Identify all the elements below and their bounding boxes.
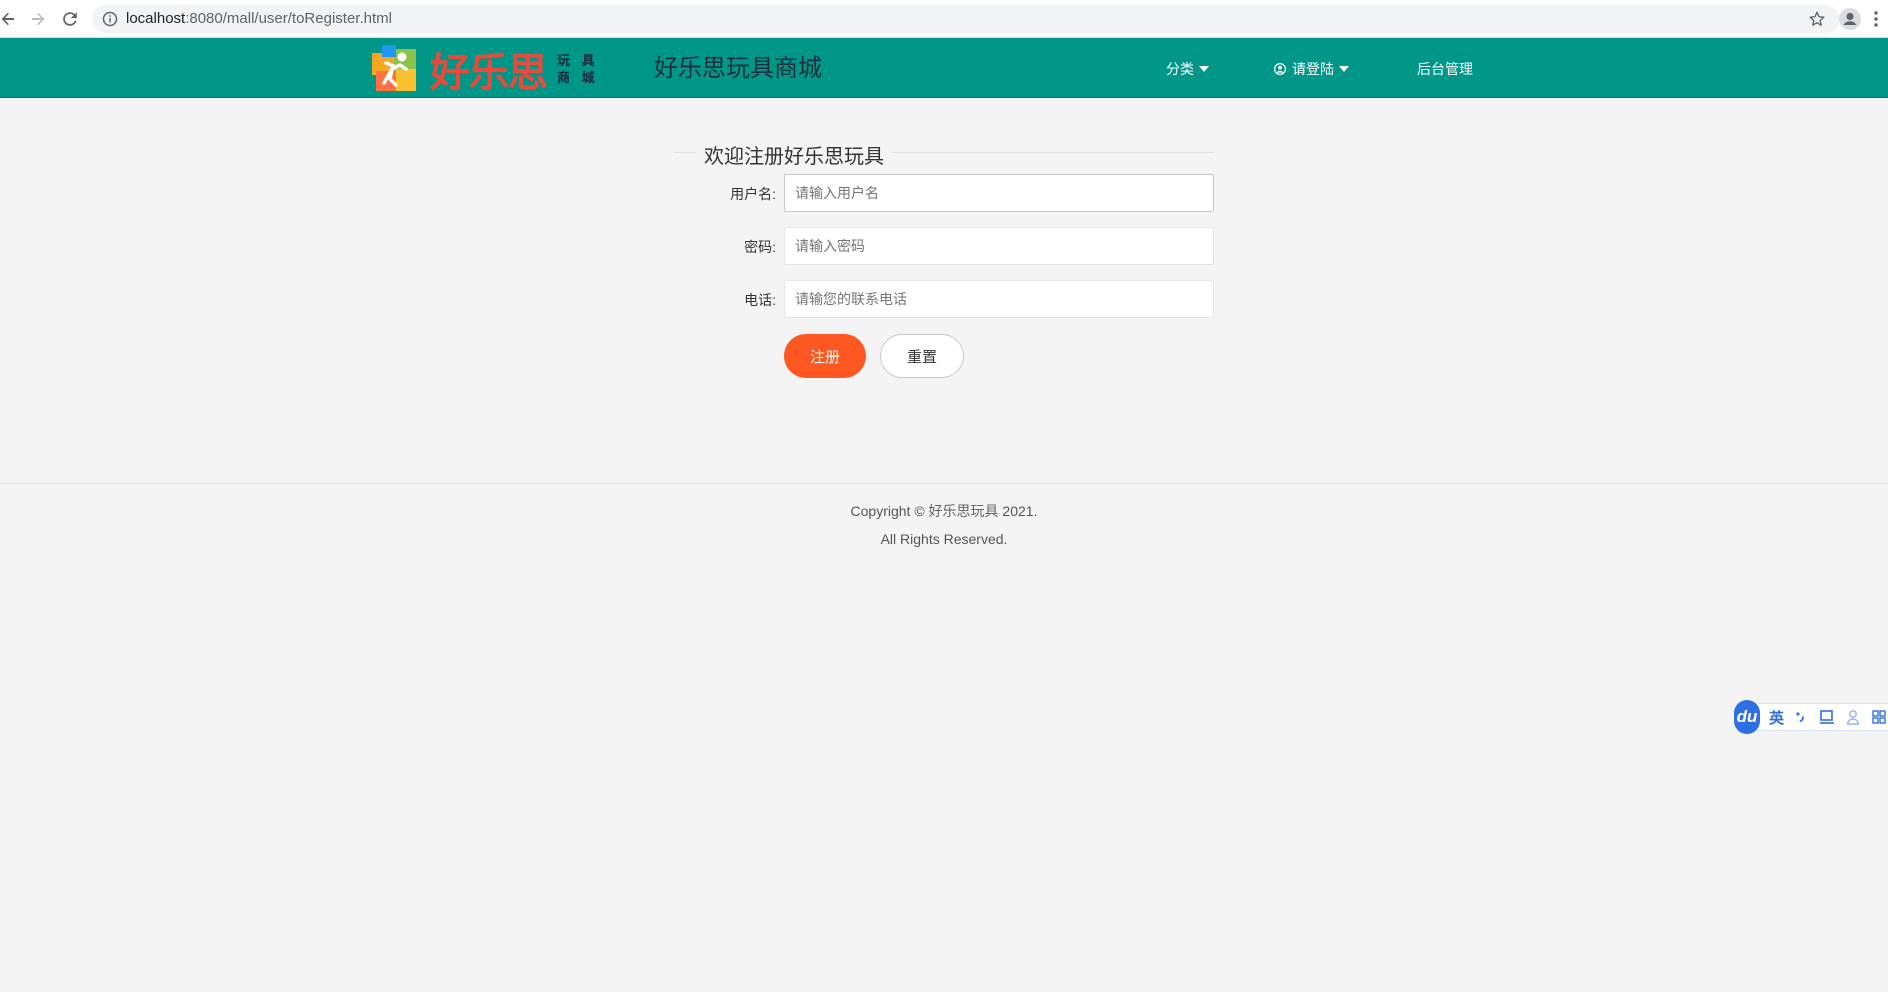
forward-icon[interactable] [26,7,50,31]
footer-copyright: Copyright © 好乐思玩具 2021. [850,503,1038,519]
phone-label: 电话: [744,292,776,308]
phone-input[interactable] [784,280,1214,318]
browser-menu-icon[interactable] [1872,9,1880,29]
site-title: 好乐思玩具商城 [654,55,822,82]
ime-toolbar: du 英 [1734,700,1888,734]
nav-category-label: 分类 [1166,61,1194,77]
site-logo[interactable]: 好乐思 玩 具 商 城 [372,44,599,96]
nav-category-dropdown[interactable]: 分类 [1166,59,1209,79]
punctuation-icon[interactable] [1792,708,1810,726]
username-row: 用户名: [674,174,1214,212]
ime-logo-icon[interactable]: du [1734,700,1760,734]
site-header: 好乐思 玩 具 商 城 好乐思玩具商城 分类 请登陆 后台管理 [0,38,1888,98]
footer-brand-link[interactable]: 好乐思玩具 [929,503,999,519]
user-icon[interactable] [1844,708,1862,726]
password-row: 密码: [674,227,1214,265]
toy-logo-icon [372,45,416,91]
back-icon[interactable] [0,7,20,31]
nav-admin-link[interactable]: 后台管理 [1417,59,1473,79]
browser-toolbar: localhost:8080/mall/user/toRegister.html [0,0,1888,38]
profile-avatar-icon[interactable] [1838,7,1862,31]
caret-down-icon [1199,66,1209,72]
nav-login-dropdown[interactable]: 请登陆 [1274,59,1349,79]
register-button[interactable]: 注册 [784,334,866,378]
url-text: localhost:8080/mall/user/toRegister.html [126,10,392,27]
keyboard-icon[interactable] [1818,708,1836,726]
caret-down-icon [1339,66,1349,72]
nav-login-label: 请登陆 [1292,61,1334,77]
reload-icon[interactable] [58,7,82,31]
grid-menu-icon[interactable] [1870,708,1888,726]
password-label: 密码: [744,239,776,255]
bookmark-star-icon[interactable] [1808,10,1826,28]
form-title: 欢迎注册好乐思玩具 [696,140,892,169]
reset-button[interactable]: 重置 [880,334,964,378]
ime-language-toggle[interactable]: 英 [1769,707,1784,728]
username-input[interactable] [784,174,1214,212]
logo-text: 好乐思 [430,50,548,96]
info-icon[interactable] [102,11,118,27]
user-circle-icon [1274,63,1286,75]
address-bar[interactable]: localhost:8080/mall/user/toRegister.html [92,5,1840,33]
password-input[interactable] [784,227,1214,265]
username-label: 用户名: [730,186,776,202]
footer-rights: All Rights Reserved. [880,531,1008,547]
ime-tray: 英 [1753,703,1888,731]
phone-row: 电话: [674,280,1214,318]
footer-divider [0,483,1888,484]
logo-subtitle: 玩 具 商 城 [557,53,599,85]
